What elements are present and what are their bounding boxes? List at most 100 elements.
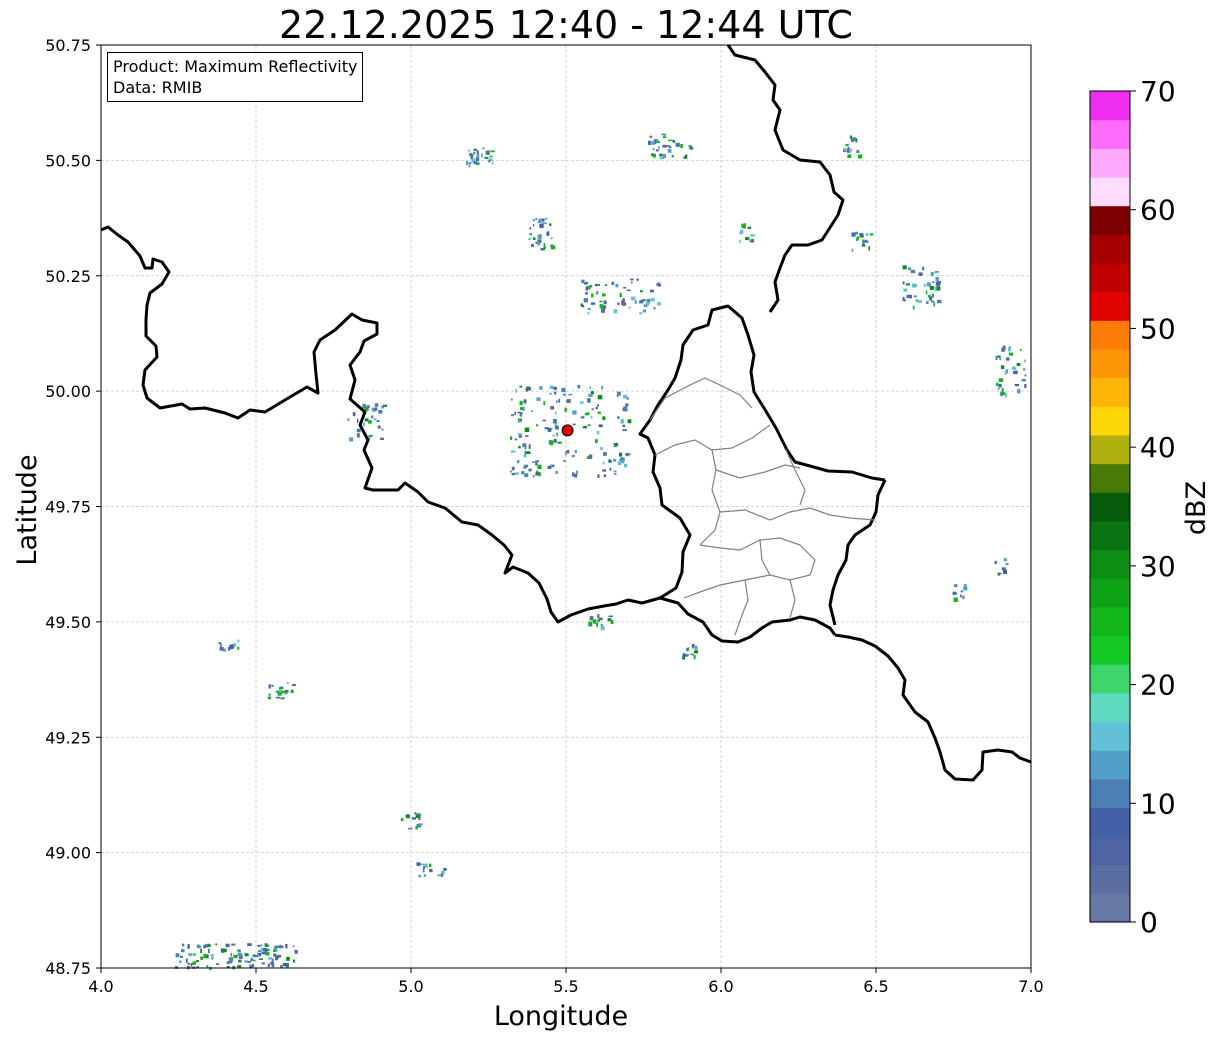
echo-pixel [535,460,539,462]
echo-pixel [538,472,541,477]
echo-pixel [229,960,232,963]
echo-pixel [912,305,915,310]
echo-pixel [1008,352,1014,356]
echo-pixel [623,406,628,409]
echo-pixel [656,149,659,152]
echo-pixel [220,948,225,951]
precipitation-echoes [175,133,1027,971]
echo-pixel [490,150,495,153]
luxembourg-germany-border [828,479,887,626]
echo-pixel [544,427,549,430]
x-tick-label: 7.0 [1018,977,1043,996]
colorbar-segment [1090,91,1130,121]
echo-pixel [469,152,473,157]
echo-pixel [613,470,617,473]
echo-pixel [649,135,653,138]
echo-pixel [1024,359,1026,363]
echo-pixel [531,410,533,413]
echo-pixel [652,153,656,158]
echo-pixel [179,960,182,964]
echo-pixel [514,472,520,475]
echo-pixel [206,965,209,968]
echo-pixel [601,385,604,390]
echo-pixel [415,826,418,830]
echo-pixel [847,154,852,158]
echo-pixel [519,385,523,388]
echo-pixel [602,416,606,421]
echo-pixel [930,271,934,277]
echo-pixel [652,148,655,150]
echo-pixel [471,154,474,157]
echo-pixel [525,435,529,437]
echo-pixel [1002,345,1006,350]
canton-border [649,377,753,421]
echo-pixel [996,382,999,386]
echo-pixel [523,454,527,458]
echo-pixel [553,438,557,443]
colorbar-segment [1090,119,1130,149]
echo-pixel [620,419,625,424]
echo-pixel [489,155,493,158]
echo-pixel [281,945,284,949]
echo-pixel [667,148,672,153]
echo-pixel [910,269,916,274]
echo-pixel [566,399,571,403]
echo-pixel [515,388,517,393]
echo-pixel [862,244,865,246]
echo-pixel [528,444,531,449]
echo-pixel [192,961,197,965]
echo-pixel [595,406,598,410]
x-tick-label: 6.0 [708,977,733,996]
echo-pixel [630,296,636,301]
echo-pixel [1016,363,1021,366]
echo-pixel [465,161,468,165]
echo-pixel [418,875,422,878]
colorbar-segment [1090,377,1130,407]
echo-pixel [1021,379,1026,382]
echo-pixel [292,945,295,947]
echo-pixel [626,289,631,292]
echo-pixel [671,155,674,158]
canton-border [699,449,721,546]
echo-pixel [641,299,646,302]
echo-pixel [1000,365,1005,369]
echo-pixel [273,953,276,957]
echo-pixel [362,422,366,427]
echo-pixel [932,281,935,283]
echo-pixel [931,300,935,303]
echo-pixel [566,450,570,454]
echo-pixel [589,386,591,390]
echo-pixel [257,954,260,957]
echo-pixel [597,395,602,400]
echo-pixel [536,470,539,473]
echo-pixel [279,944,282,949]
colorbar-segment [1090,291,1130,321]
echo-pixel [473,151,476,155]
echo-pixel [285,943,288,949]
echo-pixel [585,281,588,284]
echo-pixel [914,295,917,298]
echo-pixel [356,428,361,433]
echo-pixel [616,391,621,396]
echo-pixel [532,219,535,222]
echo-pixel [261,952,265,955]
echo-pixel [374,407,378,411]
echo-pixel [418,823,423,826]
echo-pixel [518,445,521,449]
echo-pixel [602,293,606,297]
echo-pixel [933,302,935,307]
echo-pixel [925,290,928,295]
echo-pixel [962,595,965,600]
echo-pixel [554,391,557,395]
echo-pixel [273,950,276,952]
x-tick-label: 6.5 [863,977,888,996]
echo-pixel [539,386,543,390]
echo-pixel [532,224,535,227]
echo-pixel [543,242,546,247]
echo-pixel [902,281,905,285]
echo-pixel [374,403,379,407]
echo-pixel [856,236,860,240]
echo-pixel [627,419,632,424]
echo-pixel [680,143,683,148]
luxembourg-france-border [659,596,837,644]
